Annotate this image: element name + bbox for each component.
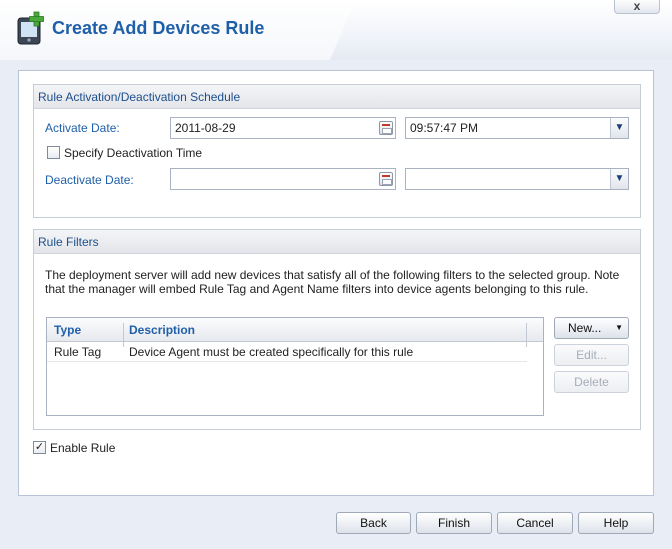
enable-rule-checkbox[interactable]: ✓ — [33, 441, 46, 454]
help-button[interactable]: Help — [578, 512, 654, 534]
schedule-section: Rule Activation/Deactivation Schedule Ac… — [33, 84, 641, 218]
activate-time-select[interactable]: 09:57:47 PM ▼ — [405, 117, 629, 139]
dialog-header: Create Add Devices Rule x — [0, 0, 672, 60]
chevron-down-icon[interactable]: ▼ — [610, 169, 628, 189]
schedule-section-heading: Rule Activation/Deactivation Schedule — [34, 85, 640, 109]
activate-date-input[interactable]: 2011-08-29 — [170, 117, 396, 139]
column-header-description[interactable]: Description — [129, 323, 195, 337]
back-button[interactable]: Back — [336, 512, 411, 534]
edit-filter-button[interactable]: Edit... — [554, 344, 629, 366]
close-icon[interactable]: x — [614, 0, 660, 14]
dialog-title: Create Add Devices Rule — [52, 18, 265, 38]
dialog-content: Rule Activation/Deactivation Schedule Ac… — [18, 70, 654, 496]
deactivation-checkbox-label: Specify Deactivation Time — [64, 146, 203, 160]
rule-filters-section: Rule Filters The deployment server will … — [33, 229, 641, 430]
new-filter-button[interactable]: New... ▼ — [554, 317, 629, 339]
activate-date-value: 2011-08-29 — [175, 121, 236, 135]
table-header: Type Description — [47, 318, 543, 347]
deactivate-date-label: Deactivate Date: — [45, 173, 134, 187]
chevron-down-icon: ▼ — [615, 323, 623, 332]
delete-filter-button[interactable]: Delete — [554, 371, 629, 393]
rule-filters-description: The deployment server will add new devic… — [45, 268, 620, 296]
calendar-icon[interactable] — [379, 121, 393, 135]
activate-date-label: Activate Date: — [45, 121, 120, 135]
deactivate-time-select[interactable]: ▼ — [405, 168, 629, 190]
new-filter-label: New... — [568, 321, 602, 335]
finish-button[interactable]: Finish — [416, 512, 492, 534]
cell-type: Rule Tag — [54, 345, 102, 359]
enable-rule-label: Enable Rule — [50, 441, 116, 455]
activate-time-value: 09:57:47 PM — [410, 121, 479, 135]
column-header-type[interactable]: Type — [54, 323, 81, 337]
cancel-button[interactable]: Cancel — [497, 512, 573, 534]
cell-description: Device Agent must be created specificall… — [129, 345, 414, 359]
deactivation-checkbox[interactable] — [47, 146, 60, 159]
add-device-icon — [17, 11, 44, 45]
calendar-icon[interactable] — [379, 172, 393, 186]
chevron-down-icon[interactable]: ▼ — [610, 118, 628, 138]
filters-table: Type Description Rule Tag Device Agent m… — [46, 317, 544, 416]
table-row[interactable]: Rule Tag Device Agent must be created sp… — [47, 342, 527, 362]
deactivate-date-input[interactable] — [170, 168, 396, 190]
rule-filters-heading: Rule Filters — [34, 230, 640, 254]
